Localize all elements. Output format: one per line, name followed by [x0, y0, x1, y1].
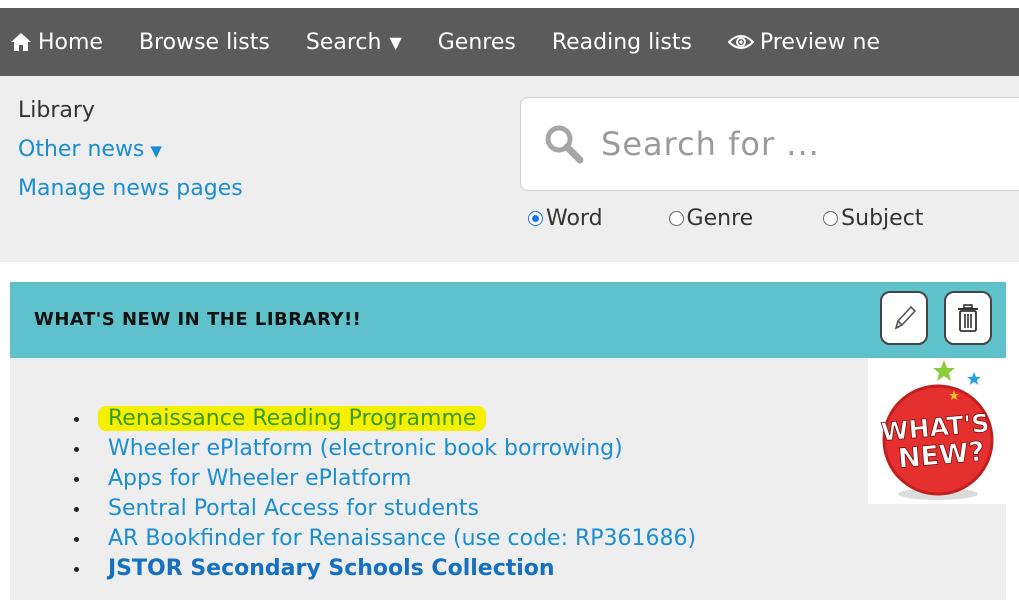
nav-search[interactable]: Search ▼	[306, 30, 402, 55]
other-news-label: Other news	[18, 137, 145, 162]
search-icon	[543, 123, 585, 165]
nav-genres[interactable]: Genres	[438, 30, 516, 55]
news-link-jstor[interactable]: JSTOR Secondary Schools Collection	[74, 554, 696, 584]
radio-subject[interactable]: Subject	[823, 206, 923, 231]
radio-subject-label: Subject	[841, 206, 924, 231]
search-box[interactable]	[520, 97, 1019, 191]
news-link-label: Sentral Portal Access for students	[108, 496, 480, 521]
news-link-label: Apps for Wheeler ePlatform	[108, 466, 412, 491]
search-scope-options: Word Genre Subject	[528, 206, 923, 231]
news-link-wheeler-apps[interactable]: Apps for Wheeler ePlatform	[74, 464, 696, 494]
search-input[interactable]	[599, 124, 983, 164]
top-navigation: Home Browse lists Search ▼ Genres Readin…	[0, 8, 1019, 76]
nav-preview-label: Preview ne	[759, 29, 881, 55]
nav-home-label: Home	[38, 29, 103, 55]
radio-word[interactable]: Word	[528, 206, 603, 231]
library-label: Library	[18, 98, 95, 123]
nav-browse-label: Browse lists	[138, 29, 270, 55]
nav-reading-lists-label: Reading lists	[551, 29, 692, 55]
news-link-renaissance[interactable]: Renaissance Reading Programme	[74, 404, 696, 434]
news-section-header: WHAT'S NEW IN THE LIBRARY!!	[10, 282, 1006, 358]
news-link-label: AR Bookfinder for Renaissance (use code:…	[108, 526, 697, 551]
manage-news-link[interactable]: Manage news pages	[18, 176, 243, 201]
news-link-wheeler[interactable]: Wheeler ePlatform (electronic book borro…	[74, 434, 696, 464]
radio-selected-icon	[528, 211, 543, 226]
news-link-label: Renaissance Reading Programme	[98, 406, 487, 431]
home-icon	[10, 32, 32, 52]
radio-word-label: Word	[546, 206, 603, 231]
pencil-icon	[891, 303, 917, 333]
other-news-link[interactable]: Other news ▼	[18, 137, 243, 162]
radio-genre[interactable]: Genre	[668, 206, 754, 231]
news-link-label: JSTOR Secondary Schools Collection	[108, 556, 555, 581]
news-sidebar: Library Other news ▼ Manage news pages	[18, 98, 243, 215]
nav-search-label: Search	[305, 29, 382, 55]
radio-unselected-icon	[823, 211, 839, 226]
radio-genre-label: Genre	[686, 206, 754, 231]
caret-down-icon: ▼	[150, 142, 162, 160]
caret-down-icon: ▼	[389, 32, 402, 52]
whats-new-image: WHAT'S NEW?	[868, 358, 1006, 504]
news-link-list: Renaissance Reading Programme Wheeler eP…	[74, 404, 696, 584]
news-link-ar-bookfinder[interactable]: AR Bookfinder for Renaissance (use code:…	[74, 524, 696, 554]
eye-icon	[727, 33, 754, 51]
news-body: Renaissance Reading Programme Wheeler eP…	[10, 358, 1006, 600]
nav-preview[interactable]: Preview ne	[727, 29, 881, 55]
radio-unselected-icon	[668, 211, 684, 226]
delete-button[interactable]	[944, 291, 992, 345]
nav-home[interactable]: Home	[10, 30, 103, 55]
nav-reading-lists[interactable]: Reading lists	[552, 30, 692, 55]
nav-browse-lists[interactable]: Browse lists	[139, 30, 270, 55]
edit-button[interactable]	[880, 291, 928, 345]
trash-icon	[956, 303, 980, 333]
nav-genres-label: Genres	[437, 29, 516, 55]
news-title: WHAT'S NEW IN THE LIBRARY!!	[34, 309, 362, 330]
news-link-label: Wheeler ePlatform (electronic book borro…	[108, 436, 623, 461]
header-area: Library Other news ▼ Manage news pages Wo…	[0, 76, 1019, 262]
news-link-sentral[interactable]: Sentral Portal Access for students	[74, 494, 696, 524]
